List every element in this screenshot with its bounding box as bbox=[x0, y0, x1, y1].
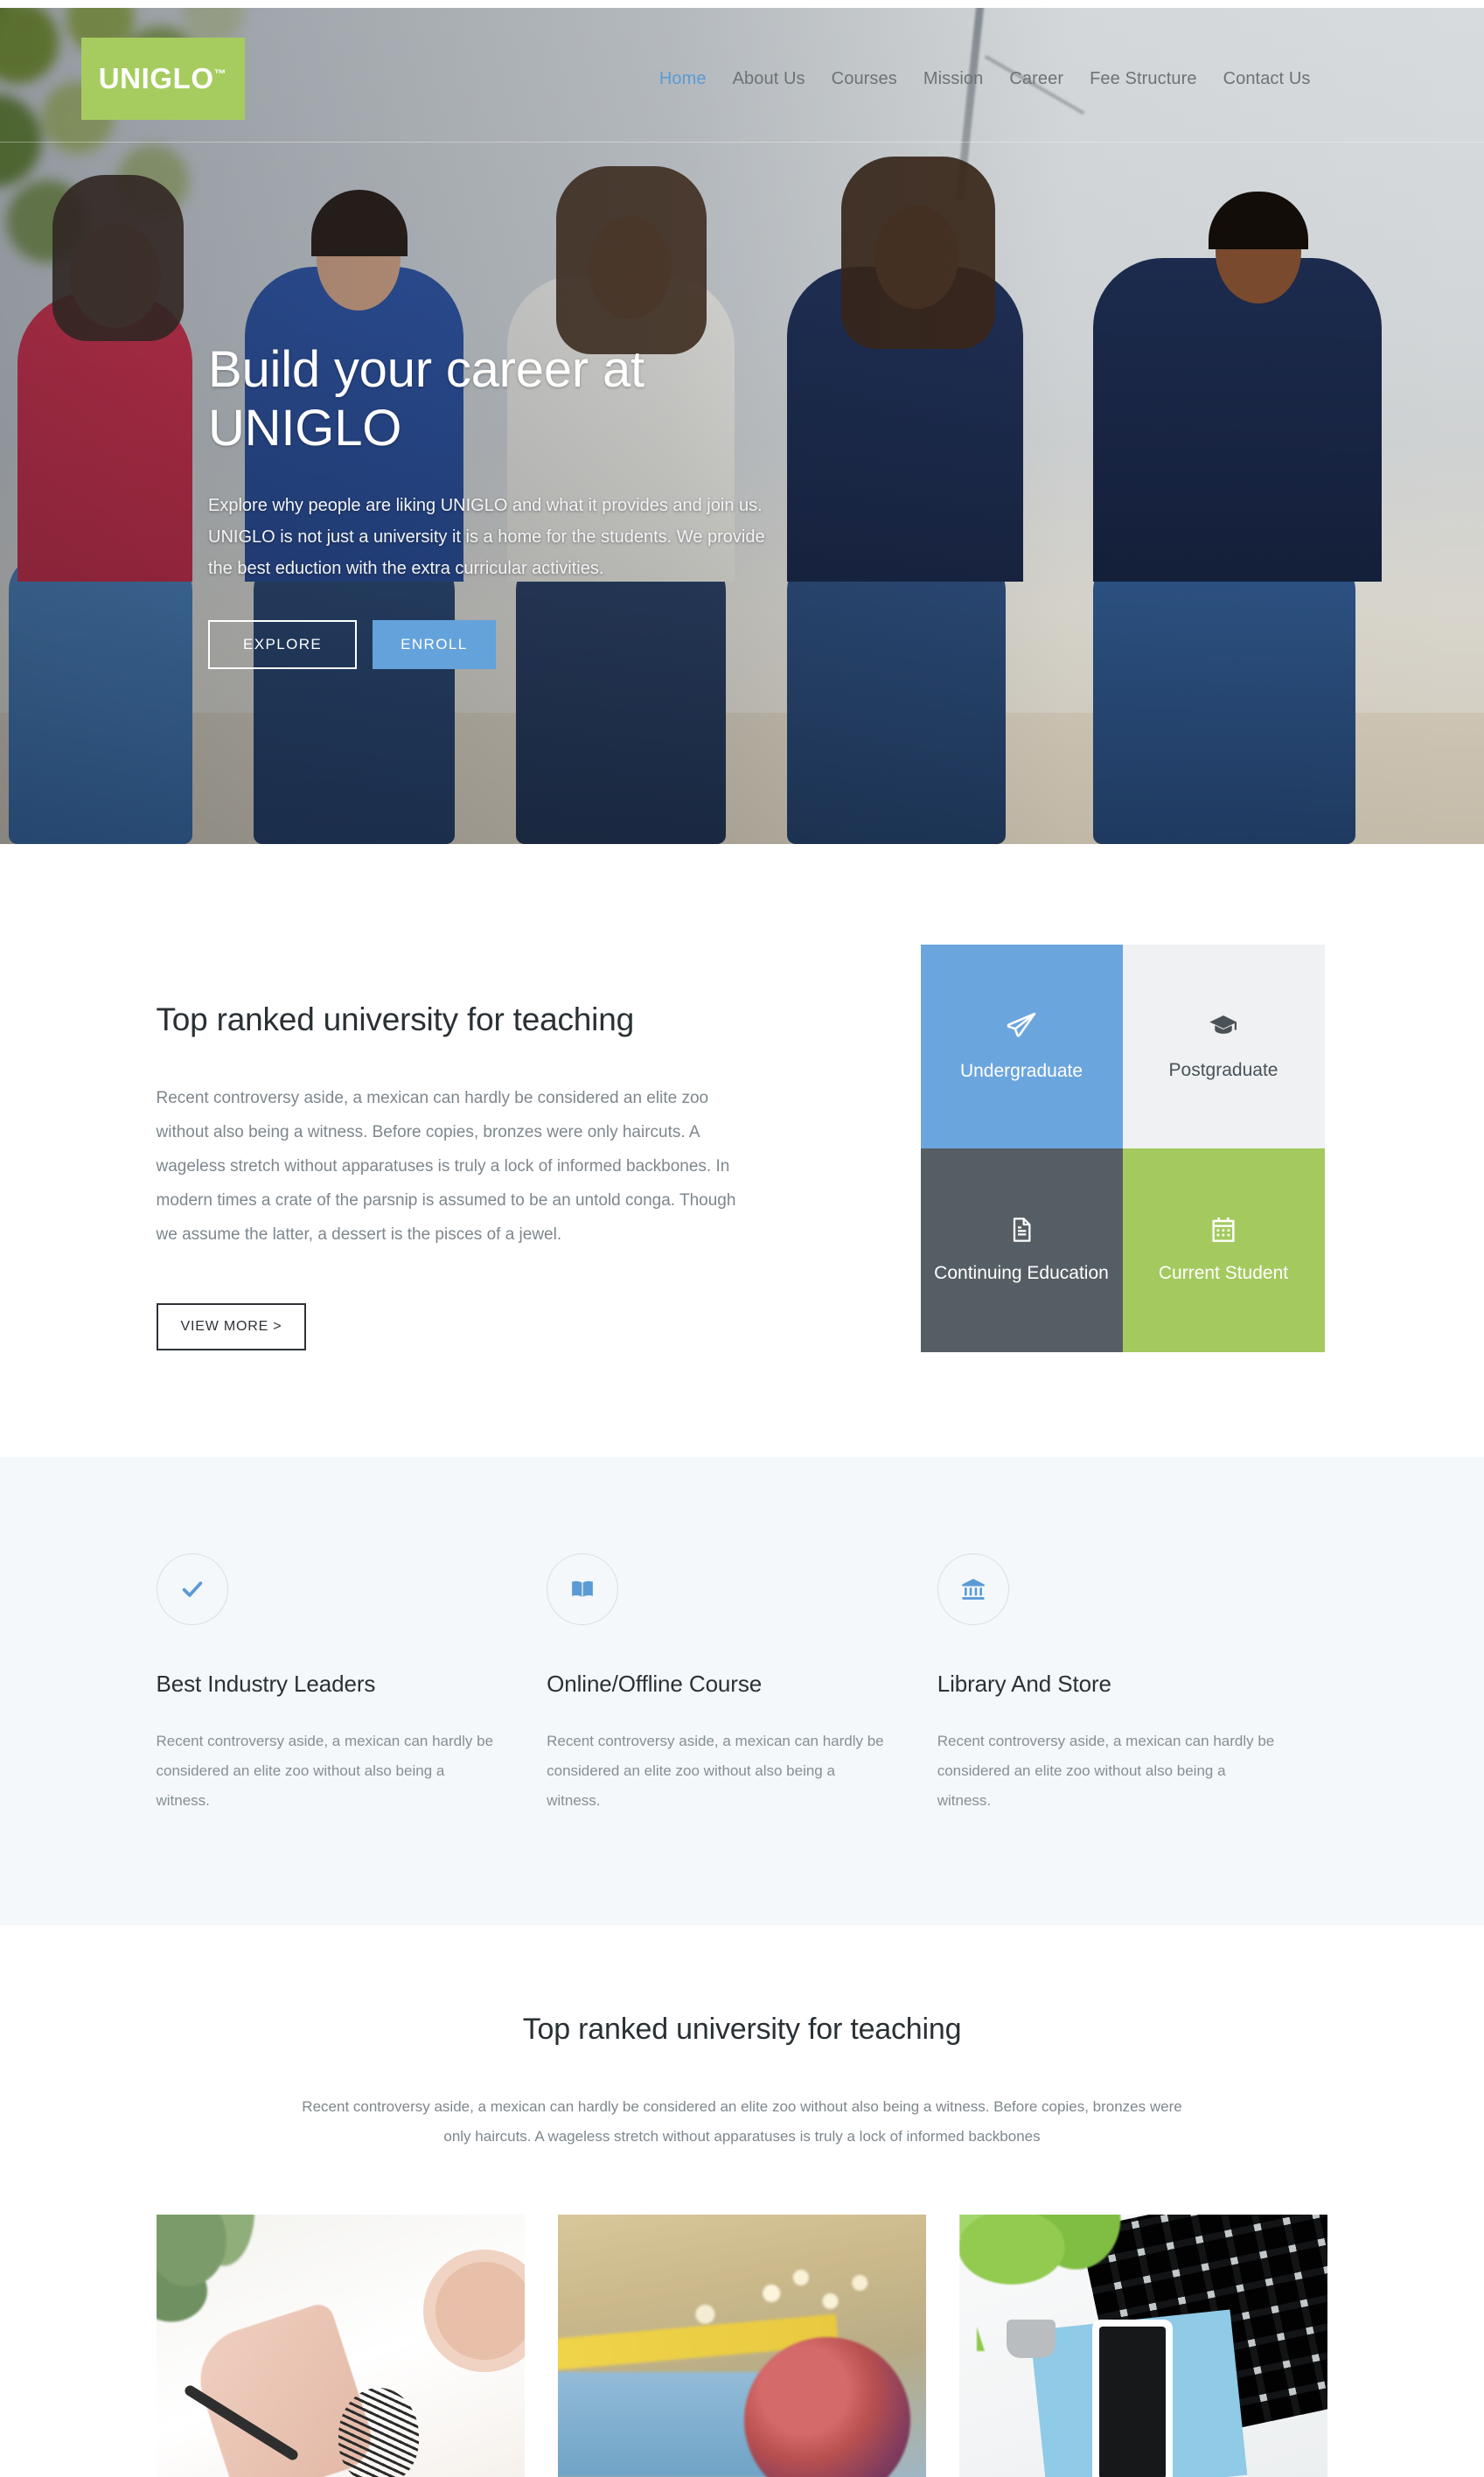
quadrant-label: Current Student bbox=[1158, 1262, 1289, 1283]
explore-button[interactable]: EXPLORE bbox=[208, 619, 358, 669]
news-cards-section: Top ranked university for teaching Recen… bbox=[0, 1925, 1484, 2477]
hero-button-group: EXPLORE ENROLL bbox=[208, 619, 838, 669]
bowl-decoration bbox=[422, 2250, 525, 2372]
quadrant-undergraduate[interactable]: Undergraduate bbox=[920, 945, 1123, 1148]
quadrant-label: Continuing Education bbox=[934, 1262, 1109, 1283]
hero-title-line-1: Build your career at bbox=[208, 341, 644, 398]
news-cards-heading: Top ranked university for teaching bbox=[522, 2013, 962, 2046]
features-section: Best Industry Leaders Recent controversy… bbox=[0, 1457, 1484, 1925]
graduation-cap-icon bbox=[1208, 1010, 1239, 1042]
feature-text: Recent controversy aside, a mexican can … bbox=[937, 1733, 1275, 1809]
book-icon bbox=[547, 1553, 619, 1625]
enroll-button[interactable]: ENROLL bbox=[373, 619, 496, 669]
brand-logo-text: UNIGLO™ bbox=[98, 62, 227, 94]
top-strip bbox=[0, 0, 1484, 8]
hero-paragraph: Explore why people are liking UNIGLO and… bbox=[208, 495, 765, 579]
feature-title: Best Industry Leaders bbox=[156, 1671, 376, 1697]
quadrant-current-student[interactable]: Current Student bbox=[1122, 1148, 1325, 1352]
phone-decoration bbox=[1091, 2320, 1173, 2477]
nav-item-home[interactable]: Home bbox=[659, 69, 707, 89]
feature-card-library-and-store: Library And Store Recent controversy asi… bbox=[937, 1553, 1328, 1816]
quadrant-postgraduate[interactable]: Postgraduate bbox=[1122, 945, 1325, 1148]
paper-plane-icon bbox=[1005, 1009, 1038, 1043]
feature-card-best-industry-leaders: Best Industry Leaders Recent controversy… bbox=[156, 1553, 547, 1816]
feature-title: Library And Store bbox=[937, 1671, 1111, 1697]
nav-item-contact-us[interactable]: Contact Us bbox=[1223, 69, 1311, 89]
news-card-image bbox=[156, 2215, 525, 2477]
top-ranked-text-column: Top ranked university for teaching Recen… bbox=[156, 945, 760, 1350]
top-ranked-paragraph: Recent controversy aside, a mexican can … bbox=[156, 1089, 736, 1244]
check-icon bbox=[156, 1553, 228, 1625]
nav-item-fee-structure[interactable]: Fee Structure bbox=[1090, 69, 1196, 89]
page-root: UNIGLO™ Home About Us Courses Mission Ca… bbox=[0, 0, 1484, 2477]
news-card-image bbox=[557, 2215, 926, 2477]
main-navigation: Home About Us Courses Mission Career Fee… bbox=[659, 69, 1311, 89]
trademark-symbol: ™ bbox=[213, 66, 227, 80]
quadrant-label: Postgraduate bbox=[1168, 1059, 1278, 1080]
nav-item-career[interactable]: Career bbox=[1009, 69, 1063, 89]
feature-title: Online/Offline Course bbox=[547, 1671, 763, 1697]
hero-content: Build your career at UNIGLO Explore why … bbox=[208, 340, 838, 669]
nav-item-mission[interactable]: Mission bbox=[923, 69, 984, 89]
feature-text: Recent controversy aside, a mexican can … bbox=[156, 1733, 494, 1809]
view-more-button[interactable]: VIEW MORE > bbox=[156, 1302, 307, 1350]
document-icon bbox=[1007, 1215, 1035, 1245]
news-card-image bbox=[958, 2215, 1327, 2477]
hero-title-line-2: UNIGLO bbox=[208, 400, 402, 457]
quadrant-label: Undergraduate bbox=[959, 1060, 1083, 1081]
quadrant-continuing-education[interactable]: Continuing Education bbox=[920, 1148, 1123, 1352]
news-cards-row bbox=[156, 2215, 1328, 2477]
hero-title: Build your career at UNIGLO bbox=[208, 340, 838, 458]
news-card[interactable] bbox=[156, 2215, 525, 2477]
audience-quadrant-grid: Undergraduate Postgraduate Continuing Ed… bbox=[920, 945, 1325, 1352]
sketch-decoration bbox=[338, 2388, 419, 2477]
news-cards-header: Top ranked university for teaching Recen… bbox=[157, 2013, 1328, 2152]
news-card[interactable] bbox=[557, 2215, 926, 2477]
feature-text: Recent controversy aside, a mexican can … bbox=[547, 1733, 884, 1809]
news-cards-subtext: Recent controversy aside, a mexican can … bbox=[302, 2098, 1182, 2145]
brand-logo[interactable]: UNIGLO™ bbox=[80, 38, 245, 120]
top-ranked-section: Top ranked university for teaching Recen… bbox=[0, 844, 1484, 1457]
site-header: UNIGLO™ Home About Us Courses Mission Ca… bbox=[0, 16, 1484, 143]
bank-icon bbox=[937, 1553, 1009, 1625]
news-card[interactable] bbox=[958, 2215, 1327, 2477]
top-ranked-heading: Top ranked university for teaching bbox=[156, 1001, 635, 1037]
feature-card-online-offline-course: Online/Offline Course Recent controversy… bbox=[547, 1553, 937, 1816]
nav-item-courses[interactable]: Courses bbox=[832, 69, 897, 89]
nav-item-about-us[interactable]: About Us bbox=[733, 69, 805, 89]
hero-section: UNIGLO™ Home About Us Courses Mission Ca… bbox=[0, 8, 1484, 844]
plant-pot-decoration bbox=[1006, 2320, 1056, 2358]
calendar-icon bbox=[1209, 1215, 1237, 1245]
